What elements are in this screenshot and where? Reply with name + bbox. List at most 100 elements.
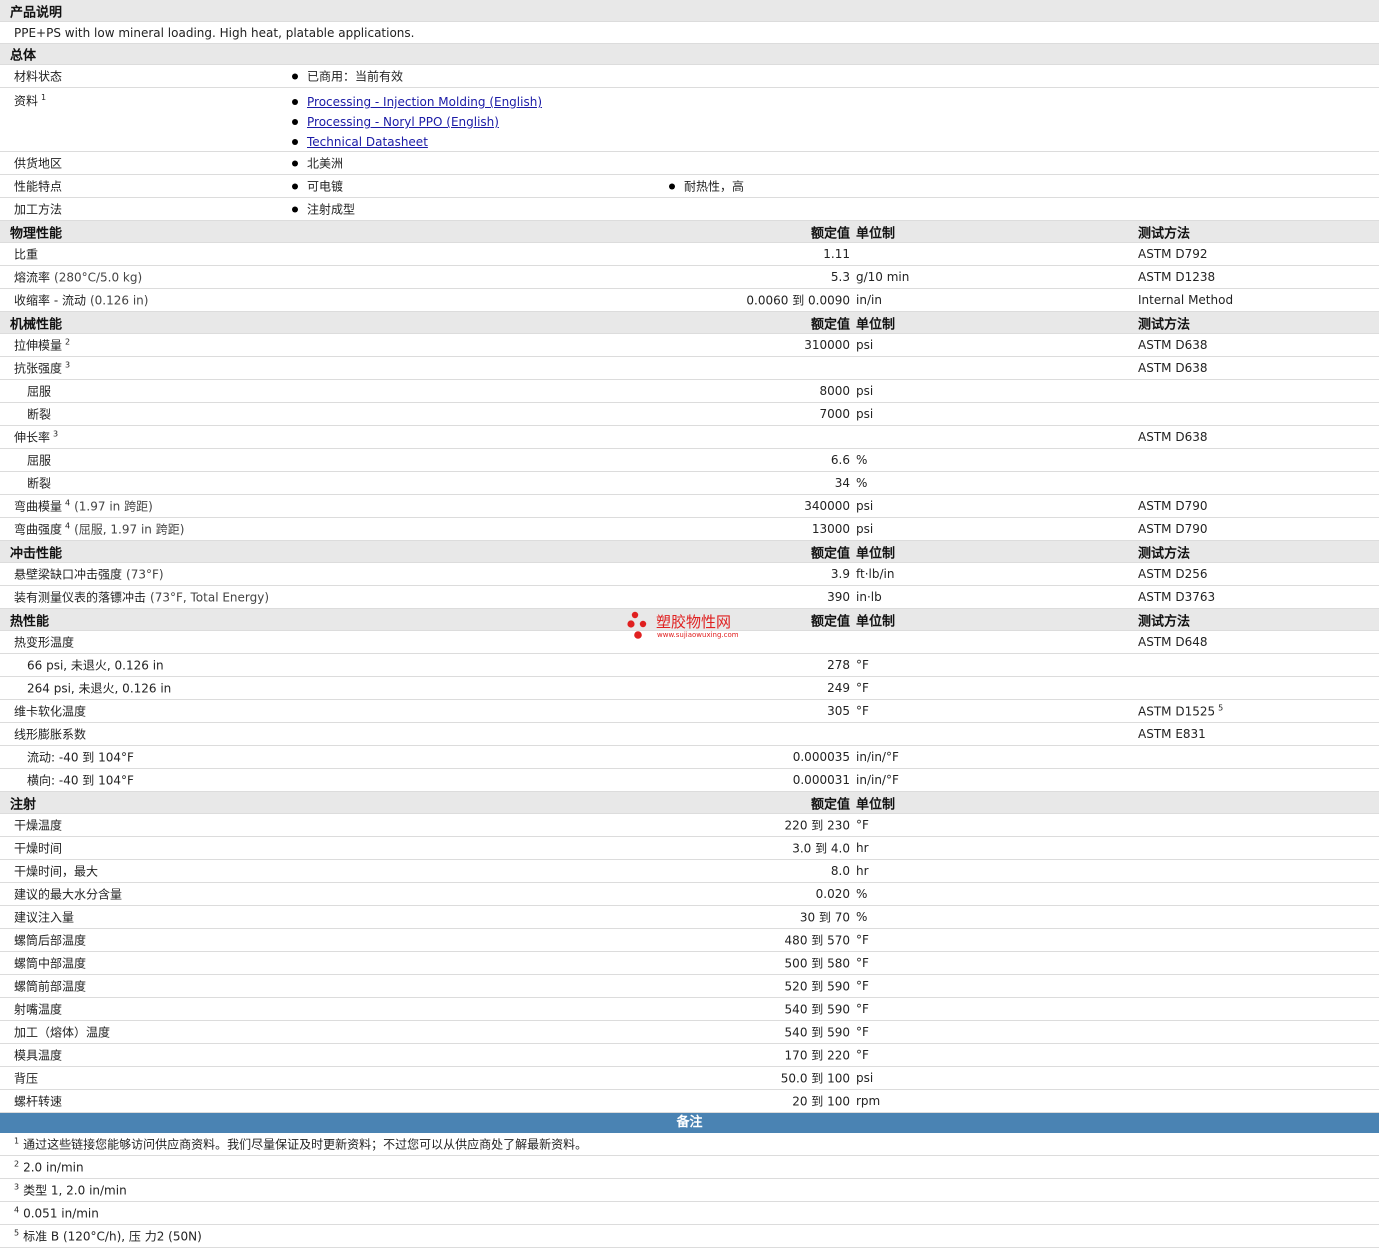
test-method-wrap: ASTM D638 (1138, 361, 1207, 375)
property-label-wrap: 干燥温度 (14, 817, 62, 834)
property-label-wrap: 螺筒中部温度 (14, 955, 86, 972)
property-label-wrap: 弯曲强度 4 (屈服, 1.97 in 跨距) (14, 521, 184, 538)
bullet-icon (292, 206, 298, 212)
property-label: 横向: -40 到 104°F (27, 773, 134, 788)
property-label-wrap: 66 psi, 未退火, 0.126 in (27, 657, 164, 674)
material-status-value-wrap: 已商用：当前有效 (292, 68, 403, 85)
property-unit: psi (856, 1071, 874, 1085)
section-header-description: 产品说明 (0, 0, 1379, 22)
link-processing-noryl-ppo[interactable]: Processing - Noryl PPO (English) (307, 115, 499, 129)
docs-row: 资料 1 Processing - Injection Molding (Engl… (0, 88, 1379, 152)
section-title: 冲击性能 (10, 546, 63, 561)
section-title: 总体 (10, 48, 37, 64)
property-condition: (0.126 in) (89, 293, 149, 308)
test-method: ASTM D256 (1138, 567, 1208, 581)
property-row: 66 psi, 未退火, 0.126 in 278 °F (0, 654, 1379, 677)
property-value: 0.000031 (792, 773, 850, 787)
property-row: 建议注入量 30 到 70% (0, 906, 1379, 929)
property-condition: (73°F, Total Energy) (150, 590, 270, 605)
property-label: 收缩率 - 流动 (14, 293, 86, 308)
note-text: 类型 1, 2.0 in/min (23, 1183, 127, 1198)
property-row: 屈服 8000 psi (0, 380, 1379, 403)
property-label: 背压 (14, 1071, 39, 1086)
section-header: 物理性能 额定值 单位制 测试方法 (0, 221, 1379, 243)
property-value: 540 到 590 (784, 1002, 850, 1017)
unit-header: 单位制 (856, 546, 896, 561)
link-processing-injection-molding[interactable]: Processing - Injection Molding (English) (307, 95, 542, 109)
property-label-wrap: 射嘴温度 (14, 1001, 62, 1018)
note-number: 2 (14, 1159, 20, 1169)
test-method: ASTM D638 (1138, 338, 1208, 352)
property-value: 6.6 (830, 453, 850, 467)
property-label-wrap: 背压 (14, 1070, 38, 1087)
test-method-wrap: ASTM D638 (1138, 430, 1207, 444)
link-technical-datasheet[interactable]: Technical Datasheet (307, 135, 428, 149)
property-row: 维卡软化温度 305 °F ASTM D1525 5 (0, 700, 1379, 723)
property-row: 背压 50.0 到 100 psi (0, 1067, 1379, 1090)
nominal-header: 额定值 (810, 546, 850, 561)
property-row: 干燥温度 220 到 230 °F (0, 814, 1379, 837)
material-status-value: 已商用：当前有效 (307, 69, 404, 84)
property-row: 干燥时间 3.0 到 4.0 hr (0, 837, 1379, 860)
property-row: 264 psi, 未退火, 0.126 in 249 °F (0, 677, 1379, 700)
property-unit: °F (856, 979, 869, 993)
note-text: 0.051 in/min (23, 1206, 99, 1221)
test-method-wrap: ASTM D792 (1138, 247, 1207, 261)
unit-header: 单位制 (856, 226, 896, 241)
property-value: 305 (827, 704, 850, 718)
property-row: 弯曲模量 4 (1.97 in 跨距) 340000 psi ASTM D790 (0, 495, 1379, 518)
note-row: 5 标准 B (120°C/h), 压 力2 (50N) (0, 1225, 1379, 1248)
property-value: 7000 (819, 407, 850, 421)
notes-header: 备注 (0, 1113, 1379, 1133)
property-row: 断裂 7000 psi (0, 403, 1379, 426)
property-label: 流动: -40 到 104°F (27, 750, 134, 765)
property-unit: psi (856, 407, 874, 421)
property-label-wrap: 维卡软化温度 (14, 703, 86, 720)
property-label-wrap: 屈服 (27, 452, 51, 469)
docs-links: Processing - Injection Molding (English)… (292, 92, 542, 152)
footnote-ref: 2 (65, 337, 71, 347)
property-label: 干燥时间，最大 (14, 864, 99, 879)
unit-header: 单位制 (856, 317, 896, 332)
property-unit: °F (856, 1002, 869, 1016)
property-unit: g/10 min (856, 270, 910, 284)
logo-dot (634, 631, 642, 639)
property-value: 170 到 220 (784, 1048, 850, 1063)
property-label: 螺筒中部温度 (14, 956, 87, 971)
property-unit: in/in/°F (856, 750, 899, 764)
property-label: 建议的最大水分含量 (14, 887, 123, 902)
property-value: 520 到 590 (784, 979, 850, 994)
note-wrap: 5 标准 B (120°C/h), 压 力2 (50N) (14, 1228, 202, 1245)
test-method: ASTM D790 (1138, 499, 1208, 513)
property-row: 伸长率 3 ASTM D638 (0, 426, 1379, 449)
property-row: 抗张强度 3 ASTM D638 (0, 357, 1379, 380)
property-unit: ft·lb/in (856, 567, 895, 581)
property-label: 维卡软化温度 (14, 704, 87, 719)
test-method: Internal Method (1138, 293, 1234, 307)
region-value-wrap: 北美洲 (292, 155, 343, 172)
property-row: 装有测量仪表的落镖冲击 (73°F, Total Energy) 390 in·lb A… (0, 586, 1379, 609)
property-label: 66 psi, 未退火, 0.126 in (27, 658, 164, 673)
note-number: 4 (14, 1205, 20, 1215)
watermark-text: 塑胶物性网 (656, 613, 731, 631)
logo-dot (631, 611, 639, 619)
property-label-wrap: 伸长率 3 (14, 429, 58, 446)
logo-dot (627, 620, 635, 628)
property-label: 螺筒后部温度 (14, 933, 87, 948)
test-method-wrap: ASTM D256 (1138, 567, 1207, 581)
property-unit: °F (856, 956, 869, 970)
property-label-wrap: 收缩率 - 流动 (0.126 in) (14, 292, 148, 309)
bullet-icon (292, 98, 298, 105)
property-sections: 物理性能 额定值 单位制 测试方法 比重 1.11 ASTM D792 熔流率 (280°C/5… (0, 221, 1379, 1113)
property-row: 悬壁梁缺口冲击强度 (73°F) 3.9 ft·lb/in ASTM D256 (0, 563, 1379, 586)
property-unit: °F (856, 681, 869, 695)
property-value: 220 到 230 (784, 818, 850, 833)
docs-sup: 1 (41, 93, 47, 102)
property-unit: hr (856, 864, 869, 878)
footnote-ref: 4 (65, 521, 71, 531)
property-label-wrap: 比重 (14, 246, 38, 263)
property-label: 拉伸模量 (14, 338, 63, 353)
bullet-icon (669, 183, 675, 189)
property-unit: in/in/°F (856, 773, 899, 787)
property-label-wrap: 加工（熔体）温度 (14, 1024, 110, 1041)
